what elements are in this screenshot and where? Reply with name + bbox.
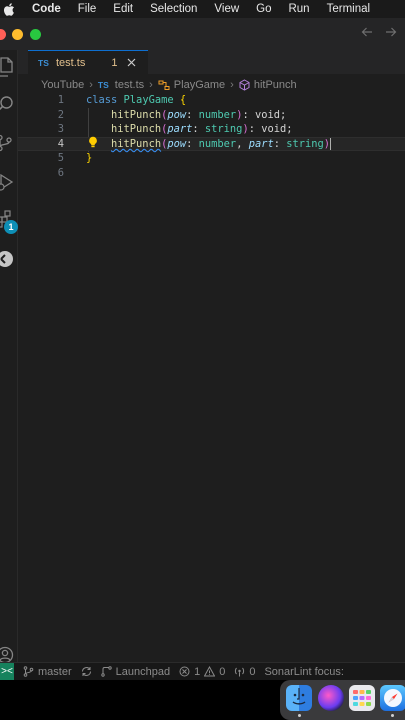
chevron-right-icon: › [149, 79, 153, 91]
app-running-indicator [298, 714, 301, 717]
code-line-6[interactable]: 6 [18, 166, 405, 181]
menu-view[interactable]: View [214, 3, 239, 15]
history-navigation [361, 26, 397, 38]
activity-bar: 1 [0, 50, 18, 701]
code-editor[interactable]: 1 class PlayGame { 2 hitPunch(pow: numbe… [18, 93, 405, 662]
breadcrumb-file[interactable]: test.ts [115, 79, 144, 91]
finder-icon[interactable] [286, 685, 312, 711]
text-cursor [330, 137, 332, 150]
error-squiggle[interactable]: hitPunch [111, 138, 161, 150]
typescript-file-icon: TS [38, 57, 49, 68]
warning-count: 0 [219, 665, 226, 678]
line-number: 1 [57, 94, 64, 107]
status-bar: >< master Launchpad 1 0 0 SonarLint focu… [0, 662, 405, 681]
chevron-right-icon: › [230, 79, 234, 91]
menu-run[interactable]: Run [288, 3, 309, 15]
siri-icon[interactable] [318, 685, 344, 711]
ports-count: 0 [249, 665, 256, 678]
error-icon [179, 666, 190, 677]
code-line-1[interactable]: 1 class PlayGame { [18, 93, 405, 108]
error-count: 1 [194, 665, 201, 678]
menu-terminal[interactable]: Terminal [327, 3, 370, 15]
typescript-file-icon: TS [97, 80, 109, 90]
close-window-button[interactable] [0, 29, 6, 40]
search-icon[interactable] [0, 93, 16, 115]
sonarlint-status[interactable]: SonarLint focus: [264, 666, 344, 678]
git-branch[interactable]: master [23, 666, 72, 678]
source-control-icon[interactable] [0, 132, 16, 154]
minimize-window-button[interactable] [12, 29, 23, 40]
code-line-4[interactable]: 4 hitPunch(pow: number, part: string) [18, 136, 405, 151]
class-symbol-icon [158, 80, 170, 91]
warning-icon [204, 666, 216, 677]
line-number: 6 [57, 166, 64, 179]
chevron-right-icon: › [89, 79, 93, 91]
apple-icon[interactable] [2, 2, 16, 16]
menu-selection[interactable]: Selection [150, 3, 197, 15]
line-number: 3 [57, 123, 64, 136]
line-number: 5 [57, 152, 64, 165]
code-line-3[interactable]: 3 hitPunch(part: string): void; [18, 122, 405, 137]
code-line-5[interactable]: 5 } [18, 151, 405, 166]
dock-panel [280, 680, 405, 720]
menu-app-code[interactable]: Code [32, 3, 61, 15]
breadcrumb-folder[interactable]: YouTube [41, 79, 84, 91]
macos-menubar: Code File Edit Selection View Go Run Ter… [0, 0, 405, 18]
go-back-icon[interactable] [361, 26, 373, 38]
ports-indicator[interactable]: 0 [234, 666, 255, 678]
tab-filename: test.ts [56, 56, 86, 69]
launchpad-button[interactable]: Launchpad [100, 666, 170, 678]
breadcrumb-class[interactable]: PlayGame [174, 79, 225, 91]
lightbulb-icon[interactable] [88, 136, 98, 151]
explorer-icon[interactable] [0, 56, 16, 78]
menu-edit[interactable]: Edit [113, 3, 133, 15]
close-tab-icon[interactable] [127, 58, 136, 67]
line-number: 2 [57, 108, 64, 121]
git-branch-icon [23, 666, 34, 677]
method-symbol-icon [239, 79, 250, 91]
breadcrumb: YouTube › TS test.ts › PlayGame › hitPun… [41, 77, 297, 93]
sync-changes[interactable] [81, 666, 92, 677]
launchpad-icon [100, 666, 112, 677]
sync-icon [81, 667, 91, 676]
macos-dock [0, 680, 405, 720]
launchpad-dock-icon[interactable] [349, 685, 375, 711]
remote-indicator[interactable]: >< [0, 662, 14, 681]
code-line-2[interactable]: 2 hitPunch(pow: number): void; [18, 108, 405, 123]
editor-tabs: TS test.ts 1 [18, 50, 405, 74]
problems-indicator[interactable]: 1 0 [179, 666, 225, 678]
menu-go[interactable]: Go [256, 3, 271, 15]
safari-icon[interactable] [380, 685, 405, 711]
line-number: 4 [57, 137, 64, 150]
remote-explorer-icon[interactable] [0, 248, 16, 270]
go-forward-icon[interactable] [385, 26, 397, 38]
branch-name: master [38, 665, 72, 678]
app-running-indicator [391, 714, 394, 717]
tab-problem-count: 1 [111, 56, 118, 69]
radio-tower-icon [235, 667, 245, 677]
menu-file[interactable]: File [78, 3, 97, 15]
extensions-badge: 1 [4, 220, 18, 234]
window-titlebar [0, 18, 405, 50]
run-debug-icon[interactable] [0, 171, 16, 193]
zoom-window-button[interactable] [30, 29, 41, 40]
tab-test-ts[interactable]: TS test.ts 1 [28, 50, 148, 74]
breadcrumb-method[interactable]: hitPunch [254, 79, 297, 91]
